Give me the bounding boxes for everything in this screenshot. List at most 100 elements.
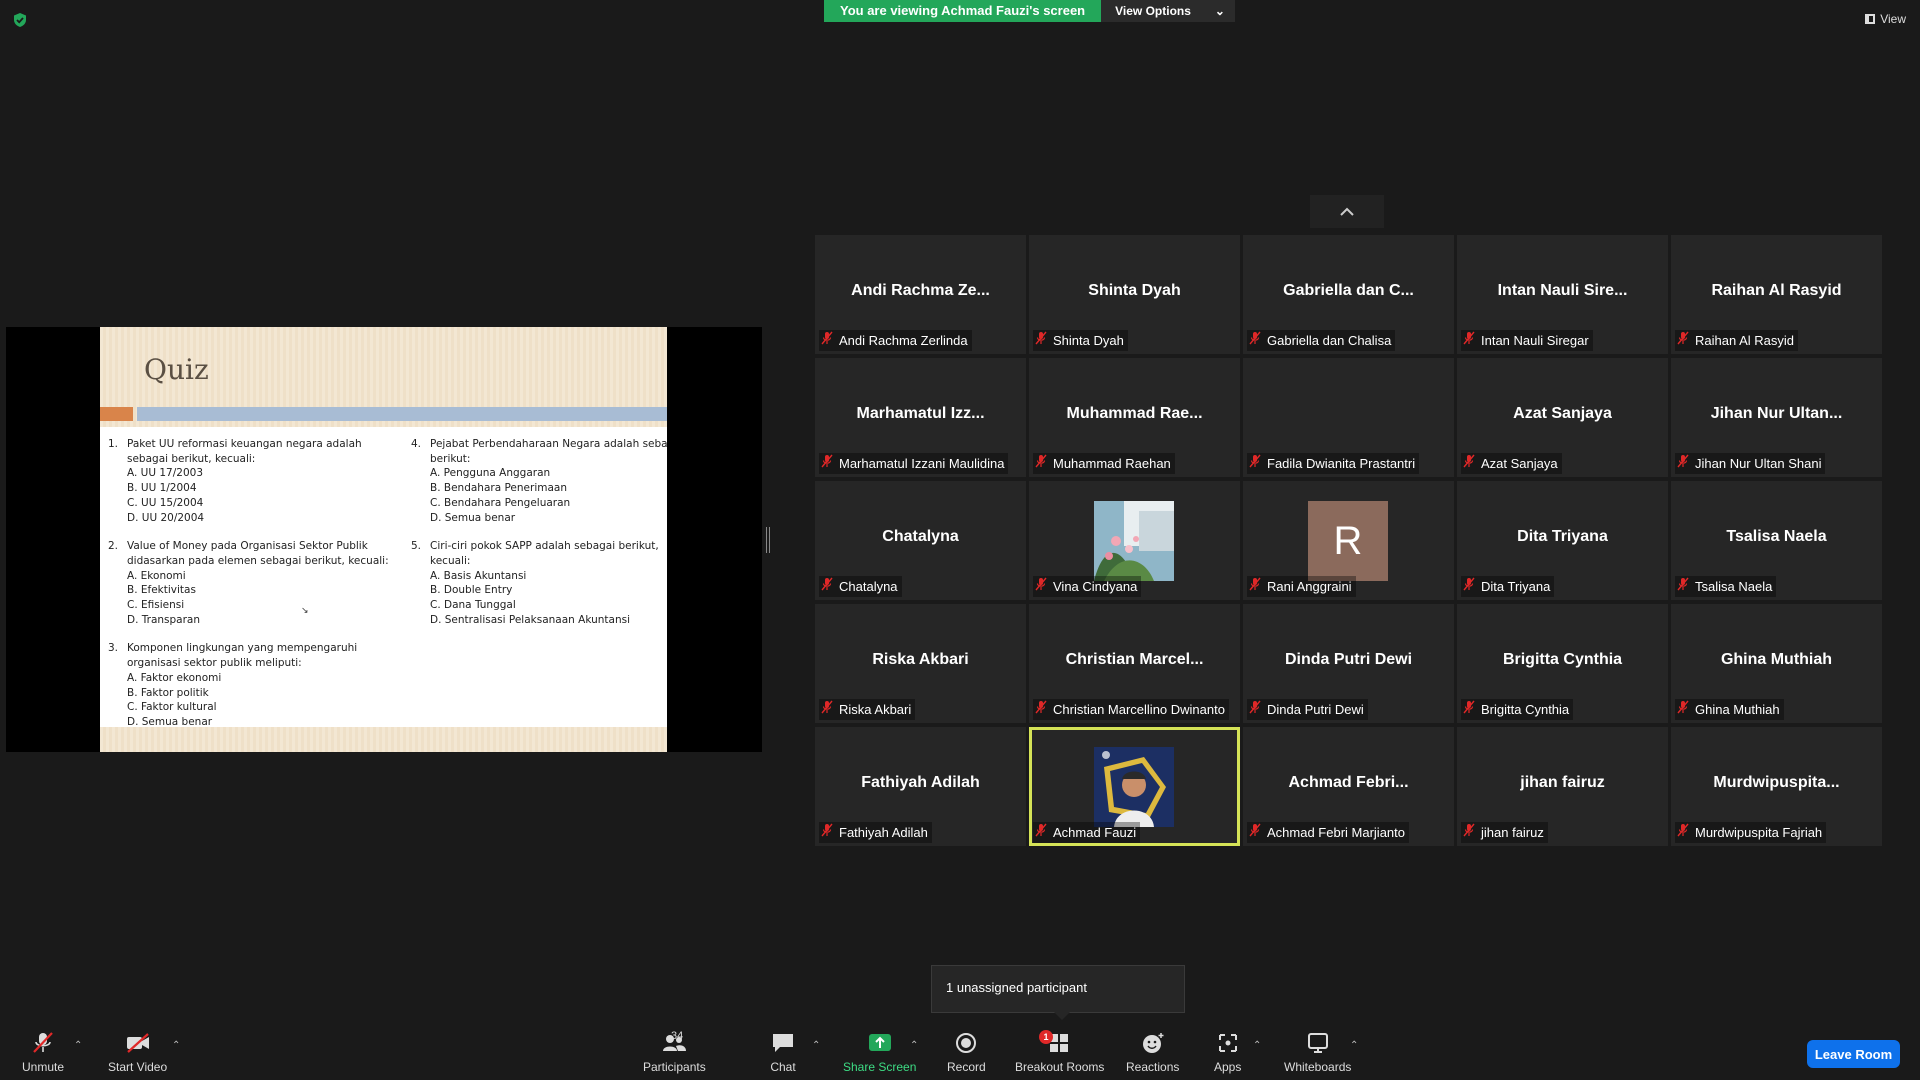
participant-display-name: Chatalyna bbox=[882, 528, 959, 545]
whiteboards-options-caret[interactable]: ⌃ bbox=[1350, 1040, 1358, 1051]
participant-tile[interactable]: Muhammad Rae... Muhammad Raehan bbox=[1029, 358, 1240, 477]
start-video-button[interactable]: Start Video bbox=[108, 1032, 167, 1074]
participant-tile[interactable]: Shinta Dyah Shinta Dyah bbox=[1029, 235, 1240, 354]
whiteboards-button[interactable]: Whiteboards bbox=[1284, 1032, 1351, 1074]
participant-tile[interactable]: Chatalyna Chatalyna bbox=[815, 481, 1026, 600]
participant-display-name: Gabriella dan C... bbox=[1283, 282, 1414, 299]
participant-display-name: Murdwipuspita... bbox=[1713, 774, 1840, 791]
participant-footer: Fathiyah Adilah bbox=[819, 822, 932, 843]
audio-options-caret[interactable]: ⌃ bbox=[74, 1040, 82, 1051]
participant-tile[interactable]: Dinda Putri Dewi Dinda Putri Dewi bbox=[1243, 604, 1454, 723]
apps-button[interactable]: Apps bbox=[1214, 1032, 1241, 1074]
microphone-muted-icon bbox=[1463, 577, 1475, 596]
participant-footer: Jihan Nur Ultan Shani bbox=[1675, 453, 1826, 474]
participant-tile[interactable]: Riska Akbari Riska Akbari bbox=[815, 604, 1026, 723]
microphone-muted-icon bbox=[1463, 823, 1475, 842]
participant-display-name: Shinta Dyah bbox=[1088, 282, 1181, 299]
answer-option: C. Faktor kultural bbox=[127, 701, 217, 714]
participant-name: jihan fairuz bbox=[1481, 825, 1544, 840]
unassigned-participant-tooltip: 1 unassigned participant bbox=[931, 965, 1185, 1020]
question-column-left: 1. Paket UU reformasi keuangan negara ada… bbox=[108, 437, 389, 744]
video-options-caret[interactable]: ⌃ bbox=[172, 1040, 180, 1051]
participant-tile[interactable]: Achmad Febri... Achmad Febri Marjianto bbox=[1243, 727, 1454, 846]
participant-tile[interactable]: jihan fairuz jihan fairuz bbox=[1457, 727, 1668, 846]
participant-display-name: Riska Akbari bbox=[872, 651, 969, 668]
breakout-rooms-button[interactable]: 1 Breakout Rooms bbox=[1015, 1030, 1104, 1074]
chat-button[interactable]: Chat bbox=[770, 1032, 796, 1074]
reactions-smiley-icon bbox=[1142, 1033, 1164, 1053]
participant-footer: Murdwipuspita Fajriah bbox=[1675, 822, 1827, 843]
participant-tile[interactable]: Brigitta Cynthia Brigitta Cynthia bbox=[1457, 604, 1668, 723]
participant-tile[interactable]: Gabriella dan C... Gabriella dan Chalisa bbox=[1243, 235, 1454, 354]
participant-tile[interactable]: Marhamatul Izz... Marhamatul Izzani Mauli… bbox=[815, 358, 1026, 477]
participant-footer: Dita Triyana bbox=[1461, 576, 1555, 597]
participant-footer: Azat Sanjaya bbox=[1461, 453, 1562, 474]
microphone-muted-icon bbox=[1677, 331, 1689, 350]
participant-tile[interactable]: Murdwipuspita... Murdwipuspita Fajriah bbox=[1671, 727, 1882, 846]
participant-display-name: Azat Sanjaya bbox=[1513, 405, 1612, 422]
share-options-caret[interactable]: ⌃ bbox=[910, 1040, 918, 1051]
participant-tile[interactable]: Vina Cindyana bbox=[1029, 481, 1240, 600]
participant-name: Shinta Dyah bbox=[1053, 333, 1124, 348]
record-label: Record bbox=[947, 1060, 986, 1074]
participant-tile[interactable]: Andi Rachma Ze... Andi Rachma Zerlinda bbox=[815, 235, 1026, 354]
participant-footer: jihan fairuz bbox=[1461, 822, 1548, 843]
participant-display-name: Muhammad Rae... bbox=[1066, 405, 1203, 422]
microphone-muted-icon bbox=[1463, 454, 1475, 473]
participant-tile[interactable]: R Rani Anggraini bbox=[1243, 481, 1454, 600]
quiz-question: 3. Komponen lingkungan yang mempengaruhi o… bbox=[108, 641, 368, 729]
shared-screen[interactable]: Quiz 1. Paket UU reformasi keuangan negar… bbox=[6, 327, 762, 752]
viewing-screen-label: You are viewing Achmad Fauzi's screen bbox=[824, 0, 1102, 22]
answer-option: D. Transparan bbox=[127, 613, 201, 626]
participants-count: 34 bbox=[671, 1030, 684, 1042]
participant-tile[interactable]: Azat Sanjaya Azat Sanjaya bbox=[1457, 358, 1668, 477]
participant-name: Achmad Febri Marjianto bbox=[1267, 825, 1405, 840]
chevron-up-icon bbox=[1340, 207, 1354, 216]
microphone-muted-icon bbox=[1677, 577, 1689, 596]
view-options-button[interactable]: View Options ⌄ bbox=[1101, 0, 1235, 22]
unmute-button[interactable]: Unmute bbox=[22, 1032, 64, 1074]
participant-tile[interactable]: Fathiyah Adilah Fathiyah Adilah bbox=[815, 727, 1026, 846]
microphone-muted-icon bbox=[821, 823, 833, 842]
share-screen-button[interactable]: Share Screen bbox=[843, 1032, 916, 1074]
splitter-handle[interactable] bbox=[766, 527, 770, 553]
view-layout-button[interactable]: View bbox=[1865, 12, 1906, 26]
record-button[interactable]: Record bbox=[947, 1032, 986, 1074]
participant-tile[interactable]: Intan Nauli Sire... Intan Nauli Siregar bbox=[1457, 235, 1668, 354]
participant-tile[interactable]: Fadila Dwianita Prastantri bbox=[1243, 358, 1454, 477]
answer-option: A. Ekonomi bbox=[127, 569, 186, 582]
quiz-question: 2. Value of Money pada Organisasi Sektor … bbox=[108, 539, 389, 627]
question-text: Ciri-ciri pokok SAPP adalah sebagai beri… bbox=[430, 539, 659, 627]
participant-footer: Vina Cindyana bbox=[1033, 576, 1142, 597]
participant-footer: Christian Marcellino Dwinanto bbox=[1033, 699, 1229, 720]
answer-option: C. Bendahara Pengeluaran bbox=[430, 496, 571, 509]
leave-room-button[interactable]: Leave Room bbox=[1807, 1040, 1900, 1068]
participant-tile[interactable]: Tsalisa Naela Tsalisa Naela bbox=[1671, 481, 1882, 600]
participant-footer: Intan Nauli Siregar bbox=[1461, 330, 1593, 351]
start-video-label: Start Video bbox=[108, 1060, 168, 1074]
participant-tile[interactable]: Christian Marcel... Christian Marcellino … bbox=[1029, 604, 1240, 723]
encryption-shield-icon[interactable] bbox=[12, 12, 28, 28]
gallery-previous-page-button[interactable] bbox=[1310, 195, 1384, 228]
reactions-button[interactable]: Reactions bbox=[1126, 1032, 1179, 1074]
apps-options-caret[interactable]: ⌃ bbox=[1253, 1040, 1261, 1051]
microphone-muted-icon bbox=[821, 454, 833, 473]
participant-display-name: Dinda Putri Dewi bbox=[1284, 651, 1413, 668]
participant-tile[interactable]: Raihan Al Rasyid Raihan Al Rasyid bbox=[1671, 235, 1882, 354]
participant-tile[interactable]: Jihan Nur Ultan... Jihan Nur Ultan Shani bbox=[1671, 358, 1882, 477]
participant-tile[interactable]: Ghina Muthiah Ghina Muthiah bbox=[1671, 604, 1882, 723]
participant-footer: Gabriella dan Chalisa bbox=[1247, 330, 1396, 351]
participant-name: Vina Cindyana bbox=[1053, 579, 1138, 594]
participant-tile[interactable]: Dita Triyana Dita Triyana bbox=[1457, 481, 1668, 600]
participant-tile[interactable]: Achmad Fauzi bbox=[1029, 727, 1240, 846]
share-screen-icon bbox=[868, 1034, 891, 1051]
slide-title: Quiz bbox=[144, 353, 209, 386]
question-number: 2. bbox=[108, 540, 119, 553]
quiz-question: 1. Paket UU reformasi keuangan negara ada… bbox=[108, 437, 368, 525]
participants-button[interactable]: 34 Participants bbox=[643, 1030, 706, 1074]
question-line: Pejabat Perbendaharaan Negara adalah seb… bbox=[430, 438, 667, 450]
chat-options-caret[interactable]: ⌃ bbox=[812, 1040, 820, 1051]
answer-option: D. UU 20/2004 bbox=[127, 511, 205, 524]
slide-accent-bar-blue bbox=[137, 407, 667, 421]
microphone-muted-icon bbox=[1463, 700, 1475, 719]
